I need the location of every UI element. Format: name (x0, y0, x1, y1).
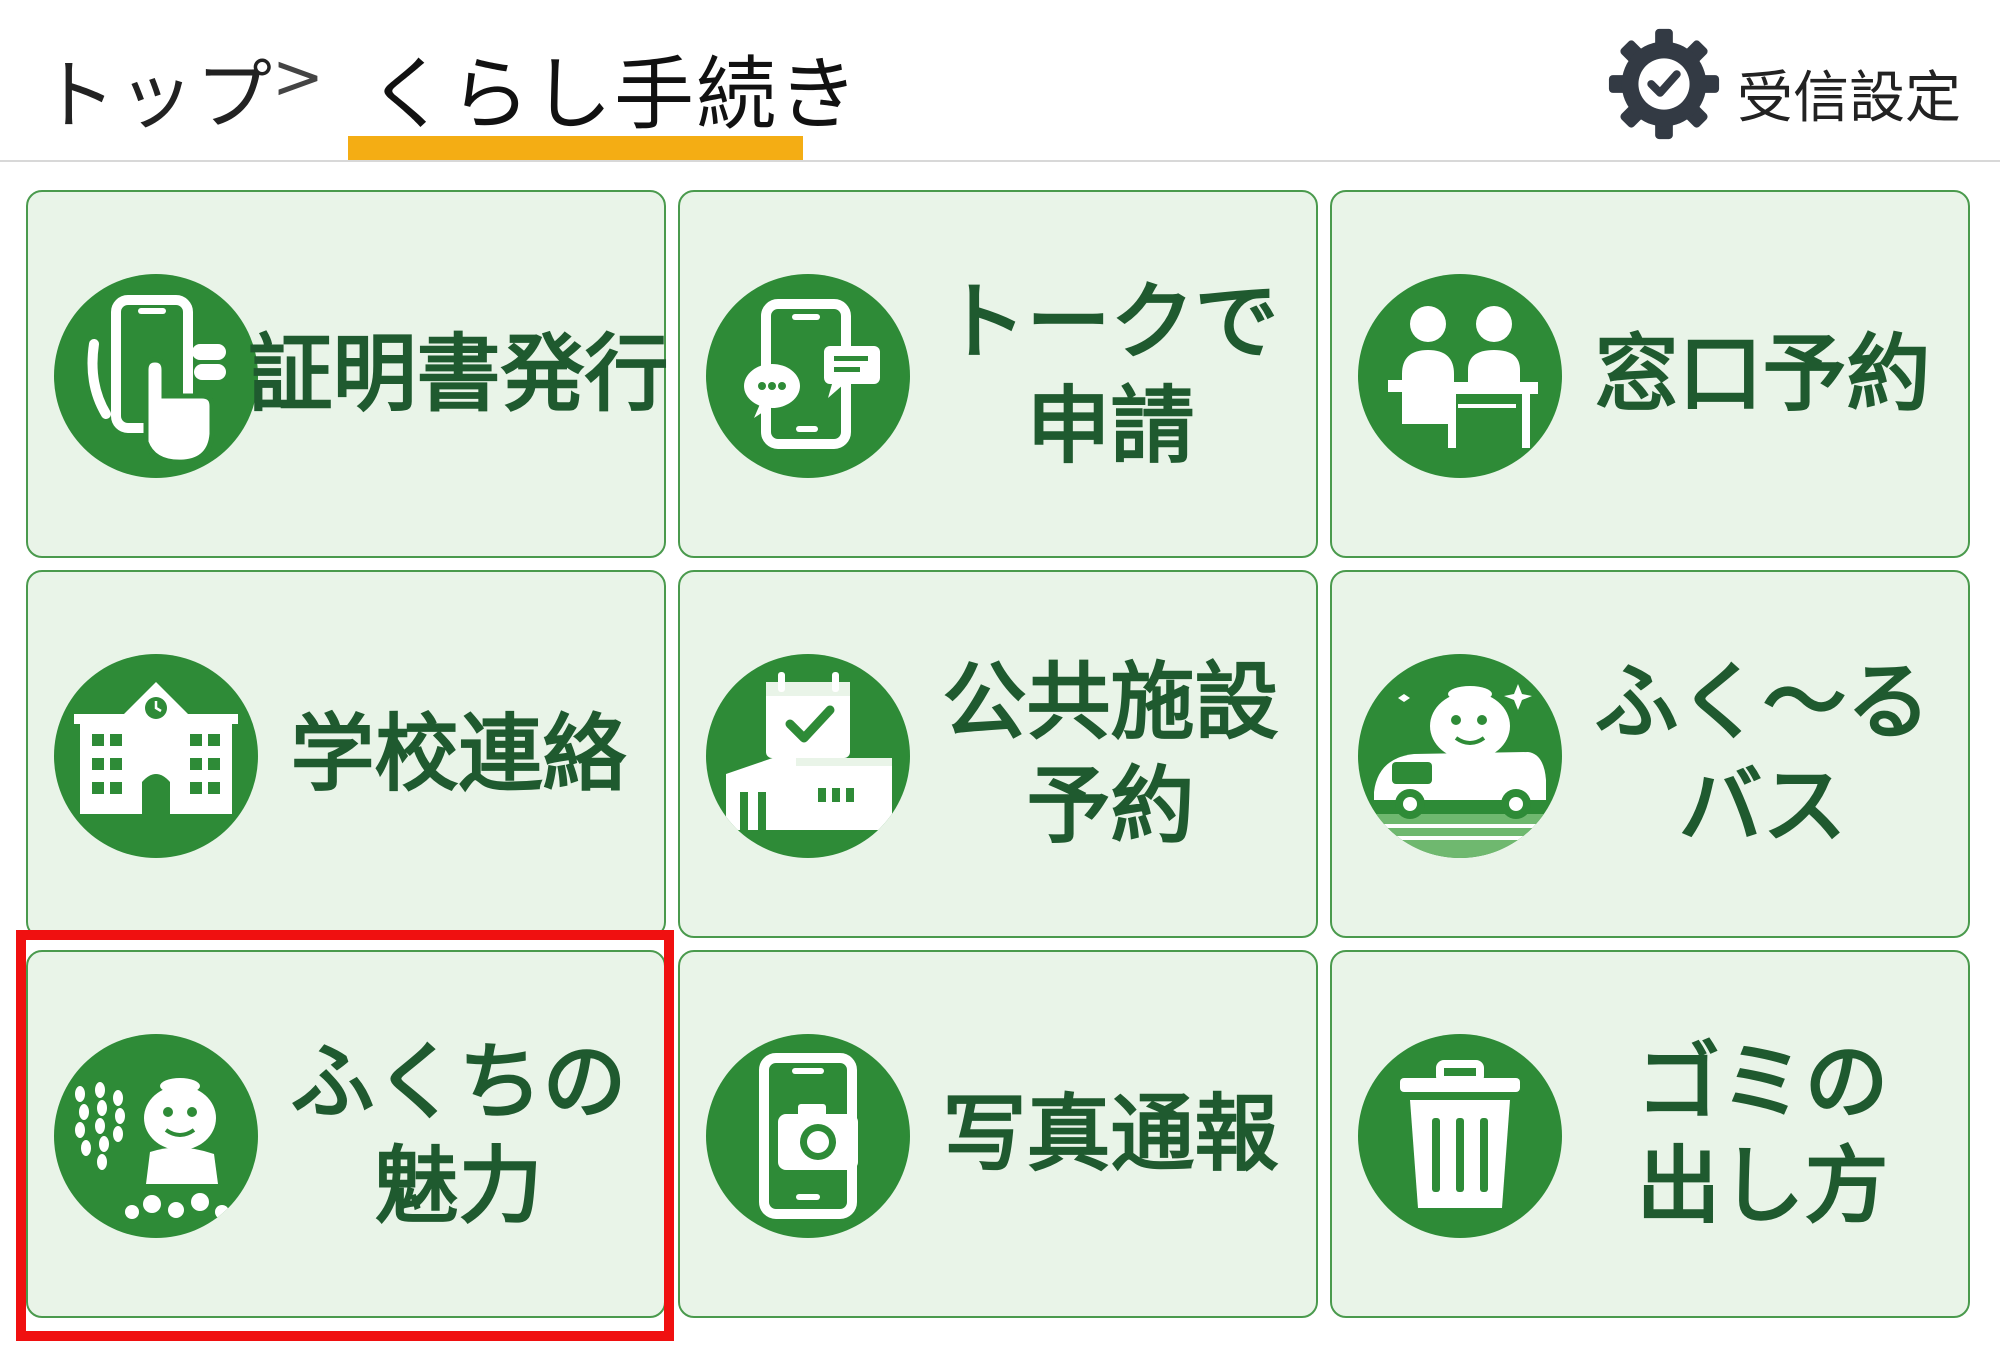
trash-can-icon (1358, 1034, 1562, 1238)
tile-label-line1: ふく～る (1594, 653, 1931, 751)
smartphone-chat-icon (706, 274, 910, 478)
tile-certificate-issuance[interactable]: 証明書発行 (26, 190, 669, 558)
mascot-bus-icon (1358, 654, 1562, 858)
tile-label-line1: 写真通報 (942, 1085, 1279, 1183)
tile-fukuchi-charm[interactable]: ふくちの 魅力 (26, 950, 666, 1318)
tile-label-line1: トークで (942, 273, 1279, 371)
header-bar: トップ > くらし手続き 受信設定 (0, 0, 2000, 162)
tile-label-line2: 出し方 (1636, 1137, 1889, 1235)
tile-label-line1: 学校連絡 (290, 705, 627, 803)
notification-settings-button[interactable]: 受信設定 (1605, 24, 1961, 144)
tile-counter-reservation[interactable]: 窓口予約 (1330, 190, 1970, 558)
tile-label-line1: ゴミの (1636, 1033, 1889, 1131)
breadcrumb-separator: > (272, 40, 324, 113)
tile-label-line1: 窓口予約 (1594, 325, 1931, 423)
tile-label-line1: 公共施設 (942, 653, 1279, 751)
counter-people-icon (1358, 274, 1562, 478)
tile-label-line2: 申請 (1026, 377, 1195, 475)
tile-fukuru-bus[interactable]: ふく～る バス (1330, 570, 1970, 938)
tile-label-line2: 魅力 (374, 1137, 543, 1235)
mascot-wisteria-icon (54, 1034, 258, 1238)
tile-label-line1: 証明書発行 (248, 325, 669, 423)
tile-public-facility-reservation[interactable]: 公共施設 予約 (678, 570, 1318, 938)
smartphone-camera-icon (706, 1034, 910, 1238)
tile-label-line1: ふくちの (290, 1033, 627, 1131)
tile-school-contact[interactable]: 学校連絡 (26, 570, 666, 938)
settings-label: 受信設定 (1737, 65, 1961, 131)
breadcrumb-top-link[interactable]: トップ (40, 34, 274, 144)
facility-calendar-icon (706, 654, 910, 858)
active-tab-underline (348, 136, 803, 160)
tile-apply-by-chat[interactable]: トークで 申請 (678, 190, 1318, 558)
breadcrumb-current-tab[interactable]: くらし手続き (368, 30, 860, 146)
gear-check-icon (1608, 28, 1720, 140)
tile-label-line2: 予約 (1026, 757, 1195, 855)
tile-photo-report[interactable]: 写真通報 (678, 950, 1318, 1318)
tile-garbage-disposal[interactable]: ゴミの 出し方 (1330, 950, 1970, 1318)
tile-label-line2: バス (1678, 757, 1847, 855)
school-icon (54, 654, 258, 858)
smartphone-hand-icon (54, 274, 258, 478)
